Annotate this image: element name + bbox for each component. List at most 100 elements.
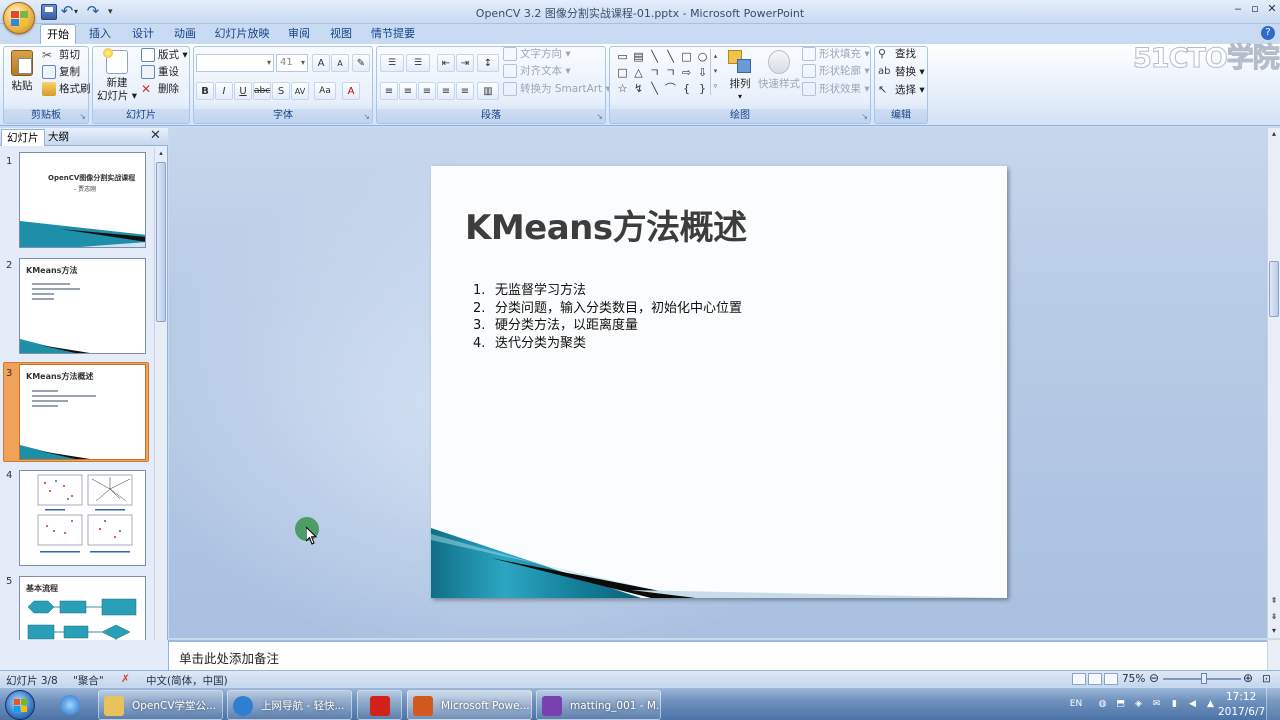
font-size-combo[interactable]: 41 ▾ bbox=[276, 54, 308, 72]
tray-app-icon[interactable]: ✉ bbox=[1150, 698, 1163, 710]
notes-pane[interactable]: 单击此处添加备注 bbox=[169, 640, 1267, 670]
notes-scrollbar[interactable] bbox=[1267, 640, 1280, 670]
paste-button[interactable]: 粘贴 bbox=[6, 48, 38, 98]
taskbar-item-folder[interactable]: OpenCV学堂公... bbox=[98, 690, 223, 720]
tab-slideshow[interactable]: 幻灯片放映 bbox=[212, 24, 272, 44]
slide-thumbnail-1[interactable]: OpenCV图像分割实战课程 - 贾志刚 bbox=[19, 152, 146, 248]
decrease-indent-button[interactable]: ⇤ bbox=[437, 54, 455, 72]
gallery-scroll[interactable]: ▴ ▾ ▿ bbox=[710, 49, 720, 95]
close-pane-icon[interactable]: ✕ bbox=[150, 128, 161, 143]
zoom-slider-thumb[interactable] bbox=[1201, 673, 1207, 684]
arrange-button[interactable]: 排列 ▾ bbox=[724, 48, 756, 101]
slide-body-list[interactable]: 1. 无监督学习方法 2. 分类问题，输入分类数目，初始化中心位置 3. 硬分类方法，… bbox=[471, 282, 742, 352]
underline-button[interactable]: U bbox=[234, 82, 252, 100]
show-desktop-button[interactable] bbox=[1266, 688, 1280, 720]
slideshow-view-button[interactable] bbox=[1104, 673, 1118, 685]
strikethrough-button[interactable]: abc bbox=[253, 82, 271, 100]
tab-slides[interactable]: 幻灯片 bbox=[1, 129, 45, 146]
notification-icon[interactable]: ▲ bbox=[1204, 698, 1217, 710]
bullets-button[interactable]: ☰ bbox=[380, 54, 404, 72]
shape-option[interactable]: ╲ bbox=[648, 83, 661, 95]
shape-option[interactable]: ☆ bbox=[616, 83, 629, 95]
normal-view-button[interactable] bbox=[1072, 673, 1086, 685]
italic-button[interactable]: I bbox=[215, 82, 233, 100]
zoom-out-icon[interactable]: ⊖ bbox=[1149, 671, 1159, 685]
shape-option[interactable]: ↯ bbox=[632, 83, 645, 95]
change-case-button[interactable]: Aa bbox=[314, 82, 336, 100]
shape-option[interactable]: □ bbox=[680, 51, 693, 63]
increase-indent-button[interactable]: ⇥ bbox=[456, 54, 474, 72]
taskbar-item-pdf[interactable] bbox=[357, 690, 402, 720]
shrink-font-button[interactable]: A bbox=[331, 54, 349, 72]
dialog-launcher-icon[interactable]: ↘ bbox=[79, 112, 86, 121]
tab-outline[interactable]: 大纲 bbox=[43, 129, 74, 146]
tray-app-icon[interactable]: ⬒ bbox=[1114, 698, 1127, 710]
network-icon[interactable]: ▮ bbox=[1168, 698, 1181, 710]
align-left-button[interactable]: ≡ bbox=[380, 82, 398, 100]
spellcheck-icon[interactable]: ✗ bbox=[121, 673, 130, 685]
shape-option[interactable]: ▭ bbox=[616, 51, 629, 63]
columns-button[interactable]: ▥ bbox=[477, 82, 499, 100]
grow-font-button[interactable]: A bbox=[312, 54, 330, 72]
shape-option[interactable]: ㄱ bbox=[664, 67, 677, 79]
font-name-combo[interactable]: ▾ bbox=[196, 54, 274, 72]
new-slide-button[interactable]: 新建 幻灯片 ▾ bbox=[96, 48, 138, 102]
shape-option[interactable]: ○ bbox=[696, 51, 709, 63]
shape-option[interactable]: ▤ bbox=[632, 51, 645, 63]
office-button[interactable] bbox=[3, 2, 35, 34]
fit-to-window-icon[interactable]: ⊡ bbox=[1262, 673, 1271, 685]
shape-option[interactable]: { bbox=[680, 83, 693, 95]
dialog-launcher-icon[interactable]: ↘ bbox=[596, 112, 603, 121]
tab-animation[interactable]: 动画 bbox=[167, 24, 203, 44]
bold-button[interactable]: B bbox=[196, 82, 214, 100]
tray-app-icon[interactable]: ◍ bbox=[1096, 698, 1109, 710]
shape-option[interactable]: ╲ bbox=[648, 51, 661, 63]
align-center-button[interactable]: ≡ bbox=[399, 82, 417, 100]
shape-option[interactable]: ㄱ bbox=[648, 67, 661, 79]
shadow-button[interactable]: S bbox=[272, 82, 290, 100]
scroll-thumb[interactable] bbox=[156, 162, 166, 322]
align-right-button[interactable]: ≡ bbox=[418, 82, 436, 100]
slide-thumbnail-3[interactable]: KMeans方法概述 bbox=[19, 364, 146, 460]
slide-scrollbar[interactable]: ▴ ⇞ ⇟ ▾ bbox=[1267, 128, 1280, 638]
dialog-launcher-icon[interactable]: ↘ bbox=[363, 112, 370, 121]
quick-styles-button[interactable]: 快速样式 bbox=[758, 48, 800, 98]
close-button[interactable]: ✕ bbox=[1262, 2, 1280, 18]
shape-option[interactable]: ⇨ bbox=[680, 67, 693, 79]
slide-thumbnail-4[interactable] bbox=[19, 470, 146, 566]
numbering-button[interactable]: ☰ bbox=[406, 54, 430, 72]
line-spacing-button[interactable]: ↕ bbox=[477, 54, 499, 72]
tray-app-icon[interactable]: ◈ bbox=[1132, 698, 1145, 710]
thumbnails-scrollbar[interactable]: ▴ ▾ bbox=[154, 148, 167, 670]
shapes-gallery[interactable]: ▭ ▤ ╲ ╲ □ ○ □ △ ㄱㄱ ⇨ ⇩ ☆ ↯ ╲ ⌒{} bbox=[614, 49, 718, 95]
volume-icon[interactable]: ◀ bbox=[1186, 698, 1199, 710]
input-language[interactable]: EN bbox=[1068, 698, 1084, 710]
previous-slide-icon[interactable]: ⇞ bbox=[1269, 596, 1279, 605]
font-color-button[interactable]: A bbox=[342, 82, 360, 100]
tab-insert[interactable]: 插入 bbox=[82, 24, 118, 44]
tab-view[interactable]: 视图 bbox=[323, 24, 359, 44]
dialog-launcher-icon[interactable]: ↘ bbox=[861, 112, 868, 121]
slide-canvas[interactable]: KMeans方法概述 1. 无监督学习方法 2. 分类问题，输入分类数目，初始化中心… bbox=[431, 166, 1007, 598]
justify-button[interactable]: ≡ bbox=[437, 82, 455, 100]
zoom-level[interactable]: 75% bbox=[1122, 673, 1145, 685]
ie-taskbar-button[interactable] bbox=[54, 690, 90, 720]
tab-home[interactable]: 开始 bbox=[40, 24, 76, 44]
language-indicator[interactable]: 中文(简体，中国) bbox=[146, 673, 228, 688]
distribute-button[interactable]: ≡ bbox=[456, 82, 474, 100]
tab-review[interactable]: 审阅 bbox=[281, 24, 317, 44]
slide-sorter-button[interactable] bbox=[1088, 673, 1102, 685]
shape-option[interactable]: □ bbox=[616, 67, 629, 79]
zoom-in-icon[interactable]: ⊕ bbox=[1243, 671, 1253, 685]
scroll-thumb[interactable] bbox=[1269, 261, 1279, 317]
clock-time[interactable]: 17:12 bbox=[1226, 691, 1256, 703]
shape-option[interactable]: ⌒ bbox=[664, 83, 677, 95]
tab-storyboard[interactable]: 情节提要 bbox=[367, 24, 419, 44]
start-button[interactable] bbox=[5, 690, 35, 720]
taskbar-item-powerpoint[interactable]: Microsoft Powe... bbox=[407, 690, 532, 720]
clock-date[interactable]: 2017/6/7 bbox=[1218, 706, 1265, 718]
shape-option[interactable]: } bbox=[696, 83, 709, 95]
shape-option[interactable]: ⇩ bbox=[696, 67, 709, 79]
taskbar-item-visual-studio[interactable]: matting_001 - M... bbox=[536, 690, 661, 720]
shape-option[interactable]: ╲ bbox=[664, 51, 677, 63]
